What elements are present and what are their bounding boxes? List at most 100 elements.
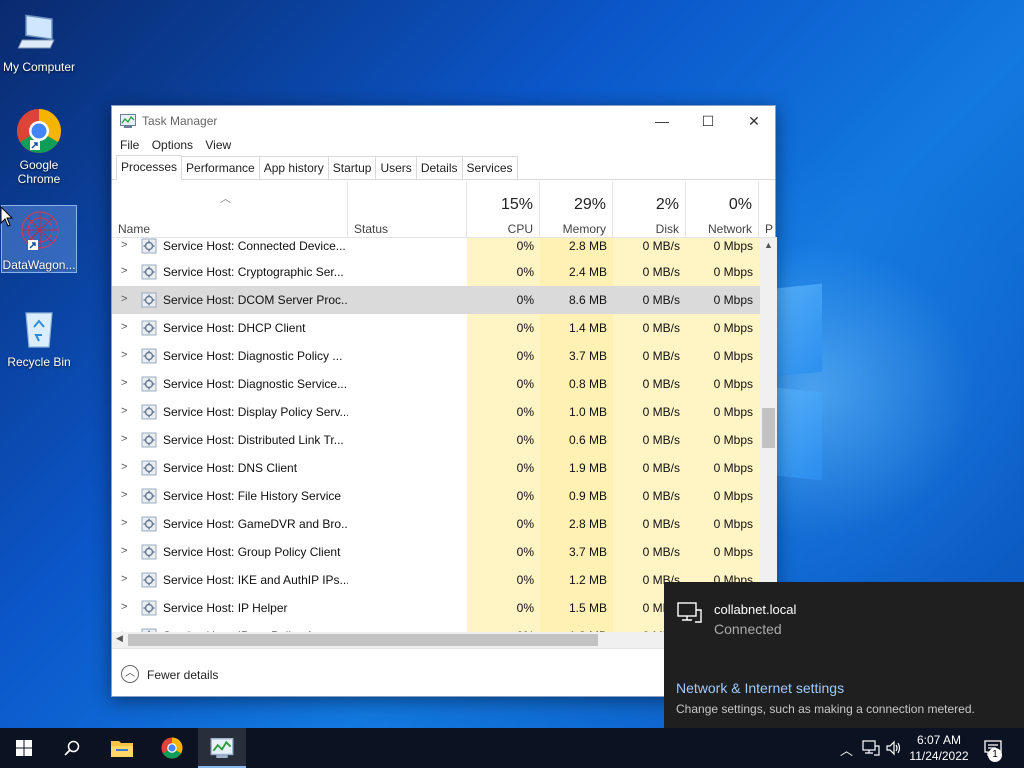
table-row[interactable]: > Service Host: IKE and AuthIP IPs... 0% 1.…	[112, 566, 760, 594]
action-center-button[interactable]: 1	[980, 728, 1024, 768]
vertical-scroll-thumb[interactable]	[762, 408, 775, 448]
disk-value: 0 MB/s	[642, 377, 680, 391]
tab-services[interactable]: Services	[461, 156, 518, 179]
tab-users[interactable]: Users	[375, 156, 417, 179]
title-bar[interactable]: Task Manager — ☐ ✕	[112, 106, 775, 136]
desktop-icon-my-computer[interactable]: My Computer	[1, 10, 77, 74]
disk-value: 0 MB/s	[642, 349, 680, 363]
table-row[interactable]: > Service Host: Display Policy Serv... 0% 1…	[112, 398, 760, 426]
search-icon	[64, 740, 80, 756]
table-row[interactable]: > Service Host: DCOM Server Proc... 0% 8.6 …	[112, 286, 760, 314]
tab-performance[interactable]: Performance	[181, 156, 260, 179]
process-list: > Service Host: Connected Device... 0% 2.8 …	[112, 238, 760, 636]
chevron-right-icon[interactable]: >	[121, 265, 127, 277]
network-value: 0 Mbps	[713, 349, 753, 363]
horizontal-scroll-thumb[interactable]	[128, 634, 598, 646]
chevron-right-icon[interactable]: >	[121, 489, 127, 501]
clock-date: 11/24/2022	[909, 749, 969, 763]
taskbar-chrome[interactable]	[148, 728, 196, 768]
network-value: 0 Mbps	[713, 377, 753, 391]
process-name: Service Host: Diagnostic Service...	[163, 377, 348, 391]
tab-app-history[interactable]: App history	[258, 156, 329, 179]
desktop-icon-recycle-bin[interactable]: Recycle Bin	[1, 305, 77, 369]
network-value: 0 Mbps	[713, 293, 753, 307]
menu-view[interactable]: View	[205, 136, 231, 154]
cpu-value: 0%	[516, 489, 534, 503]
chevron-right-icon[interactable]: >	[121, 405, 127, 417]
column-disk[interactable]: 2% Disk	[613, 182, 686, 238]
datawagon-icon	[16, 208, 62, 254]
network-settings-link[interactable]: Network & Internet settings	[676, 680, 844, 696]
tab-processes[interactable]: Processes	[116, 155, 183, 180]
memory-value: 1.9 MB	[568, 461, 607, 475]
cpu-value: 0%	[516, 405, 534, 419]
chevron-right-icon[interactable]: >	[121, 321, 127, 333]
desktop-icon-label: Recycle Bin	[7, 355, 71, 369]
menu-options[interactable]: Options	[152, 136, 193, 154]
memory-value: 1.5 MB	[568, 601, 607, 615]
column-cpu[interactable]: 15% CPU	[467, 182, 540, 238]
table-row[interactable]: > Service Host: Diagnostic Service... 0% 0.…	[112, 370, 760, 398]
chevron-right-icon[interactable]: >	[121, 573, 127, 585]
desktop-icon-google-chrome[interactable]: Google Chrome	[1, 108, 77, 186]
close-button[interactable]: ✕	[731, 106, 777, 136]
memory-value: 1.0 MB	[568, 405, 607, 419]
chevron-right-icon[interactable]: >	[121, 433, 127, 445]
table-row[interactable]: > Service Host: GameDVR and Bro... 0% 2.8 M…	[112, 510, 760, 538]
scroll-left-icon[interactable]: ◀	[116, 633, 123, 644]
tab-startup[interactable]: Startup	[327, 156, 377, 179]
chevron-right-icon[interactable]: >	[121, 377, 127, 389]
volume-icon[interactable]	[886, 740, 902, 756]
chevron-right-icon[interactable]: >	[121, 517, 127, 529]
chevron-up-icon[interactable]: ︿	[840, 740, 853, 759]
column-network[interactable]: 0% Network	[686, 182, 759, 238]
network-tray-icon[interactable]	[862, 740, 880, 756]
chevron-right-icon[interactable]: >	[121, 293, 127, 305]
maximize-button[interactable]: ☐	[685, 106, 731, 136]
network-value: 0 Mbps	[713, 517, 753, 531]
fewer-details-button[interactable]: Fewer details	[147, 668, 218, 682]
table-row[interactable]: > Service Host: Group Policy Client 0% 3.7 …	[112, 538, 760, 566]
table-row[interactable]: > Service Host: Distributed Link Tr... 0% 0…	[112, 426, 760, 454]
chevron-right-icon[interactable]: >	[121, 239, 127, 251]
minimize-button[interactable]: —	[639, 106, 685, 136]
process-name: Service Host: Group Policy Client	[163, 545, 341, 559]
column-status[interactable]: Status	[348, 182, 467, 238]
column-power[interactable]: P	[759, 182, 777, 238]
network-value: 0 Mbps	[713, 405, 753, 419]
chevron-right-icon[interactable]: >	[121, 349, 127, 361]
search-button[interactable]	[48, 728, 96, 768]
table-row[interactable]: >Service Host: IP Helper0%1.5 MB0 MB/s0 …	[112, 594, 760, 622]
process-name: Service Host: DNS Client	[163, 461, 298, 475]
cpu-value: 0%	[516, 545, 534, 559]
vertical-scrollbar[interactable]: ▲	[760, 238, 777, 636]
table-row[interactable]: > Service Host: DHCP Client 0% 1.4 MB 0 MB/s…	[112, 314, 760, 342]
chevron-up-circle-icon[interactable]: ︿	[121, 665, 139, 683]
column-memory[interactable]: 29% Memory	[540, 182, 613, 238]
table-row[interactable]: > Service Host: Cryptographic Ser... 0% 2.4…	[112, 258, 760, 286]
table-row[interactable]: > Service Host: DNS Client 0% 1.9 MB 0 MB/s 0…	[112, 454, 760, 482]
cpu-value: 0%	[516, 461, 534, 475]
menu-file[interactable]: File	[120, 136, 139, 154]
memory-value: 0.9 MB	[568, 489, 607, 503]
scroll-up-icon[interactable]: ▲	[764, 240, 773, 250]
start-button[interactable]	[0, 728, 48, 768]
network-name[interactable]: collabnet.local	[714, 602, 796, 617]
table-row[interactable]: > Service Host: File History Service 0% 0.9…	[112, 482, 760, 510]
clock[interactable]: 6:07 AM 11/24/2022	[904, 732, 974, 764]
chevron-right-icon[interactable]: >	[121, 461, 127, 473]
horizontal-scrollbar[interactable]: ◀	[112, 632, 760, 648]
network-value: 0 Mbps	[713, 265, 753, 279]
menu-bar: File Options View	[112, 136, 775, 156]
tab-details[interactable]: Details	[415, 156, 463, 179]
table-row[interactable]: > Service Host: Connected Device... 0% 2.8 …	[112, 238, 760, 260]
gear-icon	[141, 264, 157, 280]
chevron-right-icon[interactable]: >	[121, 601, 127, 613]
table-row[interactable]: > Service Host: Diagnostic Policy ... 0% 3.…	[112, 342, 760, 370]
chevron-right-icon[interactable]: >	[121, 545, 127, 557]
taskbar-task-manager[interactable]	[198, 728, 246, 768]
taskbar-file-explorer[interactable]	[98, 728, 146, 768]
column-name[interactable]: ︿ Name	[112, 182, 348, 238]
process-name: Service Host: IP Helper	[163, 601, 288, 615]
network-value: 0 Mbps	[713, 545, 753, 559]
